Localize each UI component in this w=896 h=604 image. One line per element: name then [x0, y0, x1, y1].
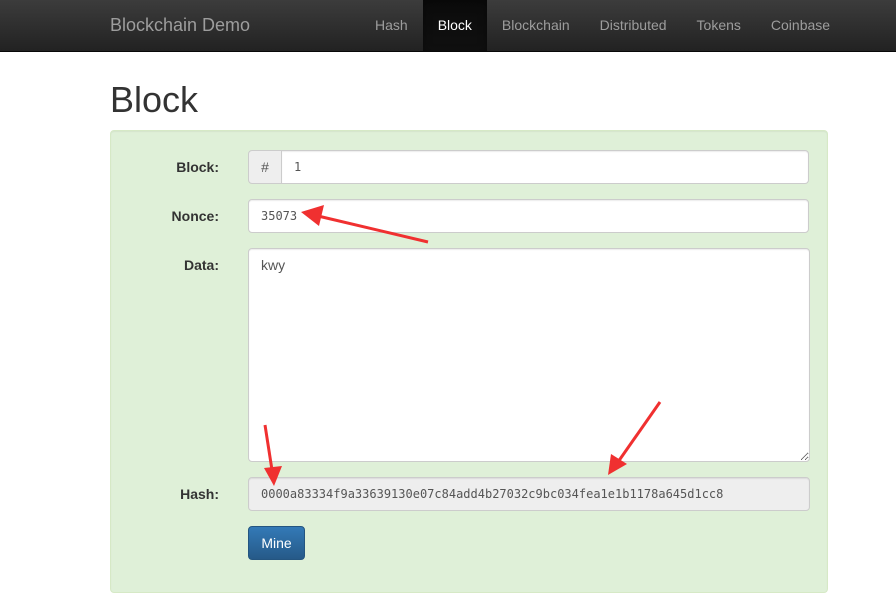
nav-item-distributed[interactable]: Distributed [585, 0, 682, 51]
block-label: Block: [176, 159, 219, 175]
navbar-brand[interactable]: Blockchain Demo [110, 14, 250, 36]
mine-button[interactable]: Mine [248, 526, 305, 560]
nav-item-coinbase[interactable]: Coinbase [756, 0, 845, 51]
block-number-input[interactable] [282, 150, 809, 184]
nav-item-tokens[interactable]: Tokens [682, 0, 756, 51]
nav-item-blockchain[interactable]: Blockchain [487, 0, 585, 51]
hash-label: Hash: [180, 486, 219, 502]
hash-output[interactable] [248, 477, 810, 511]
nonce-label: Nonce: [171, 208, 219, 224]
block-form-panel: Block: # Nonce: Data: kwy Hash: Mine [110, 130, 828, 593]
nav-item-hash[interactable]: Hash [360, 0, 423, 51]
nav-menu: Hash Block Blockchain Distributed Tokens… [360, 0, 845, 51]
data-label: Data: [183, 257, 219, 273]
nav-item-block[interactable]: Block [422, 0, 487, 51]
data-textarea[interactable]: kwy [248, 248, 810, 462]
block-number-group: # [248, 150, 809, 184]
nonce-input[interactable] [248, 199, 809, 233]
navbar: Blockchain Demo Hash Block Blockchain Di… [0, 0, 896, 52]
hash-sign-addon: # [248, 150, 282, 184]
page-title: Block [110, 79, 199, 120]
